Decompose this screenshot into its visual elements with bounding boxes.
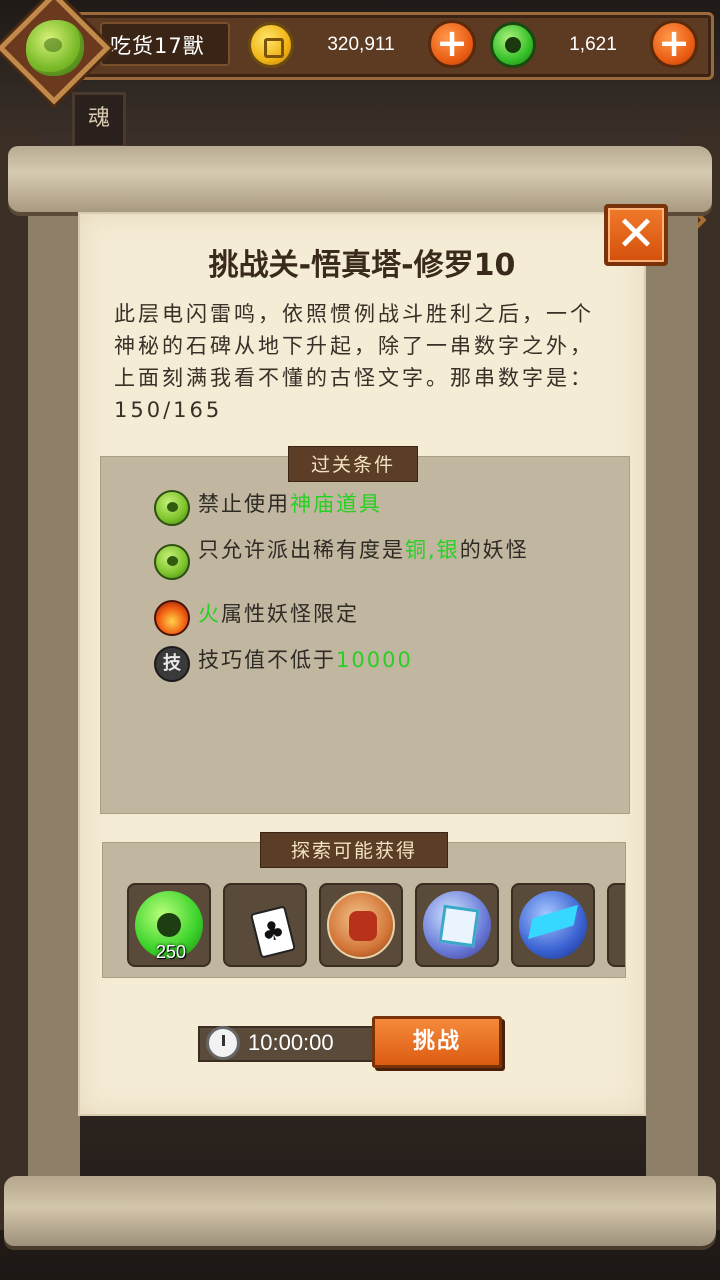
condition-text: 火属性妖怪限定 <box>198 602 359 626</box>
dialog-title: 挑战关-悟真塔-修罗10 <box>208 248 516 283</box>
scroll-rod-top <box>8 146 712 212</box>
condition-text: 禁止使用神庙道具 <box>198 492 382 516</box>
rewards-header: 探索可能获得 <box>260 832 448 868</box>
reward-slot[interactable]: ♣ <box>223 883 307 967</box>
green-orb-icon <box>154 490 190 526</box>
scroll-side-left <box>28 200 80 1190</box>
challenge-button[interactable]: 挑战 <box>372 1016 502 1068</box>
conditions-header: 过关条件 <box>288 446 418 482</box>
reward-slot[interactable] <box>511 883 595 967</box>
condition-text: 技巧值不低于10000 <box>198 648 413 672</box>
jade-icon <box>490 22 536 68</box>
condition-row: 禁止使用神庙道具 <box>154 490 382 526</box>
reward-slot[interactable] <box>607 883 625 967</box>
red-seal-icon <box>327 891 395 959</box>
skill-icon: 技 <box>154 646 190 682</box>
condition-row: 火属性妖怪限定 <box>154 600 359 636</box>
scroll-side-right <box>646 200 698 1190</box>
condition-text: 只允许派出稀有度是铜,银的妖怪 <box>198 538 529 562</box>
reward-slot[interactable] <box>319 883 403 967</box>
stopwatch-icon <box>206 1026 240 1060</box>
add-jade-button[interactable]: + <box>650 20 698 68</box>
timer-text: 10:00:00 <box>248 1030 334 1055</box>
green-orb-icon <box>154 544 190 580</box>
condition-row: 只允许派出稀有度是铜,银的妖怪 <box>154 536 538 580</box>
background-sign: 魂 <box>72 92 126 148</box>
reward-slot[interactable]: 250 <box>127 883 211 967</box>
crystal-cube-icon <box>423 891 491 959</box>
copper-coin-count: 320,911 <box>327 34 395 55</box>
playing-card-icon: ♣ <box>231 891 299 959</box>
copper-coin-icon <box>248 22 294 68</box>
player-avatar[interactable] <box>26 20 84 76</box>
player-name: 吃货17獸 <box>110 34 205 58</box>
scroll-rod-bottom <box>4 1176 716 1246</box>
add-coins-button[interactable]: + <box>428 20 476 68</box>
fire-icon <box>154 600 190 636</box>
condition-row: 技 技巧值不低于10000 <box>154 646 413 682</box>
reward-count: 250 <box>155 942 187 962</box>
jade-count: 1,621 <box>569 34 617 55</box>
reward-slot[interactable] <box>415 883 499 967</box>
dialog-description: 此层电闪雷鸣，依照惯例战斗胜利之后，一个神秘的石碑从地下升起，除了一串数字之外，… <box>114 302 594 422</box>
blue-crystal-icon <box>519 891 587 959</box>
